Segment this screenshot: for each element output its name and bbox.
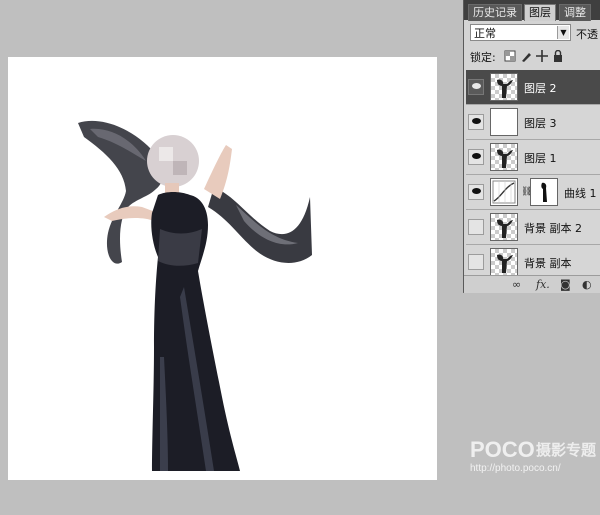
photo-figure-image [78, 120, 312, 471]
layer-name: 图层 3 [524, 117, 557, 130]
visibility-eye-icon[interactable] [468, 219, 484, 235]
layer-name: 图层 2 [524, 82, 557, 95]
poco-watermark: POCO 摄影专题 http://photo.poco.cn/ [470, 437, 598, 477]
layer-mask-thumbnail [530, 178, 558, 206]
layer-style-fx-icon[interactable]: fx. [536, 278, 550, 291]
tab-history[interactable]: 历史记录 [468, 4, 522, 21]
layer-row[interactable]: 图层 1 [466, 140, 600, 175]
tab-adjustments[interactable]: 调整 [559, 4, 591, 21]
lock-label: 锁定: [470, 51, 496, 64]
visibility-eye-icon[interactable] [468, 114, 484, 130]
layer-thumbnail [490, 248, 518, 275]
visibility-eye-icon[interactable] [468, 254, 484, 270]
document-canvas[interactable] [8, 57, 437, 480]
panel-tab-bar: 历史记录 图层 调整 [464, 0, 600, 21]
visibility-eye-icon[interactable] [468, 79, 484, 95]
watermark-logo: POCO [470, 437, 535, 462]
visibility-eye-icon[interactable] [468, 149, 484, 165]
watermark-slogan: 摄影专题 [536, 441, 597, 459]
layer-name: 背景 副本 [524, 257, 572, 270]
add-mask-icon[interactable]: ◙ [560, 278, 571, 291]
blend-mode-select[interactable]: 正常 ▼ [470, 24, 571, 41]
layer-name: 背景 副本 2 [524, 222, 582, 235]
layer-name: 曲线 1 [564, 187, 597, 200]
lock-all-icon[interactable] [552, 49, 564, 62]
layer-row[interactable]: 图层 2 [466, 70, 600, 105]
layer-row[interactable]: ⛓ 曲线 1 [466, 175, 600, 210]
tab-layers[interactable]: 图层 [524, 4, 556, 21]
watermark-url: http://photo.poco.cn/ [470, 463, 561, 474]
layers-panel-footer: ∞ fx. ◙ ◐ [464, 275, 600, 293]
layers-list: 图层 2 图层 3 图层 1 ⛓ 曲线 1 背景 副本 2 背景 副本 [466, 70, 600, 275]
link-layers-icon[interactable]: ∞ [512, 278, 521, 291]
layer-name: 图层 1 [524, 152, 557, 165]
layer-row[interactable]: 图层 3 [466, 105, 600, 140]
layer-thumbnail [490, 108, 518, 136]
adjustment-layer-icon[interactable]: ◐ [582, 278, 592, 291]
layer-row[interactable]: 背景 副本 2 [466, 210, 600, 245]
layers-panel: 历史记录 图层 调整 正常 ▼ 不透 锁定: 图层 2 图层 3 图层 1 ⛓ … [463, 0, 600, 293]
curves-adjustment-icon [490, 178, 518, 206]
layer-row[interactable]: 背景 副本 [466, 245, 600, 275]
blend-mode-value: 正常 [474, 27, 496, 40]
lock-pixels-brush-icon[interactable] [520, 50, 532, 62]
layer-thumbnail [490, 73, 518, 101]
visibility-eye-icon[interactable] [468, 184, 484, 200]
opacity-label: 不透 [576, 28, 598, 41]
lock-position-move-icon[interactable] [536, 50, 548, 62]
layer-thumbnail [490, 143, 518, 171]
chevron-down-icon: ▼ [557, 26, 569, 39]
layer-thumbnail [490, 213, 518, 241]
lock-transparency-icon[interactable] [504, 50, 516, 62]
